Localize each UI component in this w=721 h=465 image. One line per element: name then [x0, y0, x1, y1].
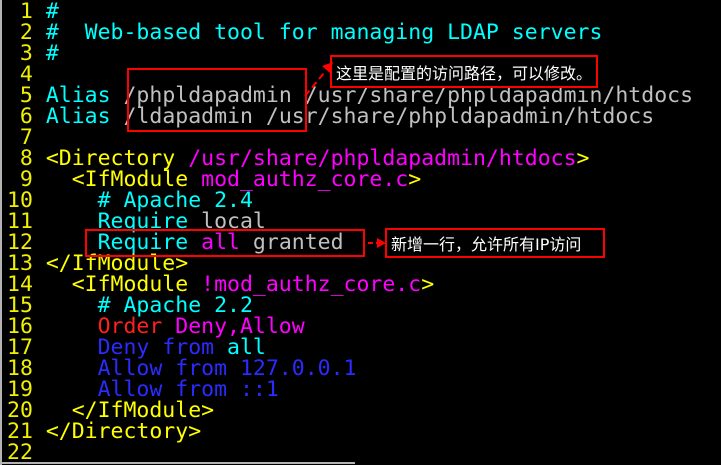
code-token: > [576, 146, 590, 171]
code-line: 16 Order Deny,Allow [7, 314, 721, 339]
code-line: 6 Alias /ldapadmin /usr/share/phpldapadmi… [7, 104, 721, 129]
line-number: 16 [7, 314, 33, 339]
code-line: 14 <IfModule !mod_authz_core.c> [7, 272, 721, 297]
code-line: 11 Require local [7, 209, 721, 234]
code-token: # Web-based tool for managing LDAP serve… [45, 20, 603, 45]
code-token: all [188, 230, 240, 255]
line-number: 6 [19, 104, 33, 129]
code-token: Alias [45, 104, 111, 129]
window-bottom-border [0, 462, 355, 464]
code-line: 20 </IfModule> [7, 398, 721, 423]
code-line: 9 <IfModule mod_authz_core.c> [7, 167, 721, 192]
code-line: 1 # [7, 0, 721, 24]
line-number: 15 [7, 293, 33, 318]
code-line: 7 [7, 125, 721, 150]
code-line: 13 </IfModule> [7, 251, 721, 276]
code-token: # [45, 41, 59, 66]
code-line: 8 <Directory /usr/share/phpldapadmin/htdo… [7, 146, 721, 171]
code-line: 22 [7, 440, 721, 465]
line-number: 19 [7, 377, 33, 402]
code-token: </Directory> [45, 419, 202, 444]
annotation-path-note-text: 这里是配置的访问路径，可以修改。 [336, 63, 593, 83]
code-token: > [421, 272, 435, 297]
line-number: 22 [7, 440, 33, 465]
line-number: 8 [19, 146, 33, 171]
window-left-border [0, 0, 2, 465]
line-number: 3 [19, 41, 33, 66]
code-line: 12 Require all granted [7, 230, 721, 255]
code-line: 17 Deny from all [7, 335, 721, 360]
line-number: 13 [7, 251, 33, 276]
line-number: 14 [7, 272, 33, 297]
code-line: 19 Allow from ::1 [7, 377, 721, 402]
annotation-require-note: 新增一行，允许所有IP访问 [385, 228, 605, 258]
code-token: > [408, 167, 422, 192]
line-number: 17 [7, 335, 33, 360]
code-line: 21 </Directory> [7, 419, 721, 444]
code-line: 5 Alias /phpldapadmin /usr/share/phpldapa… [7, 83, 721, 108]
annotation-require-note-text: 新增一行，允许所有IP访问 [391, 235, 582, 254]
line-number: 1 [19, 0, 33, 24]
code-token: /ldapadmin /usr/share/phpldapadmin/htdoc… [110, 104, 655, 129]
code-line: 15 # Apache 2.2 [7, 293, 721, 318]
annotation-path-note: 这里是配置的访问路径，可以修改。 [330, 55, 598, 88]
line-number: 4 [19, 62, 33, 87]
line-number: 2 [19, 20, 33, 45]
code-line: 10 # Apache 2.4 [7, 188, 721, 213]
line-number: 18 [7, 356, 33, 381]
line-number: 5 [19, 83, 33, 108]
line-number: 11 [7, 209, 33, 234]
line-number: 10 [7, 188, 33, 213]
line-number: 20 [7, 398, 33, 423]
code-line: 2 # Web-based tool for managing LDAP serv… [7, 20, 721, 45]
line-number: 21 [7, 419, 33, 444]
terminal-window: 1 #2 # Web-based tool for managing LDAP se… [0, 0, 721, 465]
code-token: granted [239, 230, 344, 255]
line-number: 7 [19, 125, 33, 150]
code-line: 18 Allow from 127.0.0.1 [7, 356, 721, 381]
line-number: 12 [7, 230, 33, 255]
line-number: 9 [19, 167, 33, 192]
